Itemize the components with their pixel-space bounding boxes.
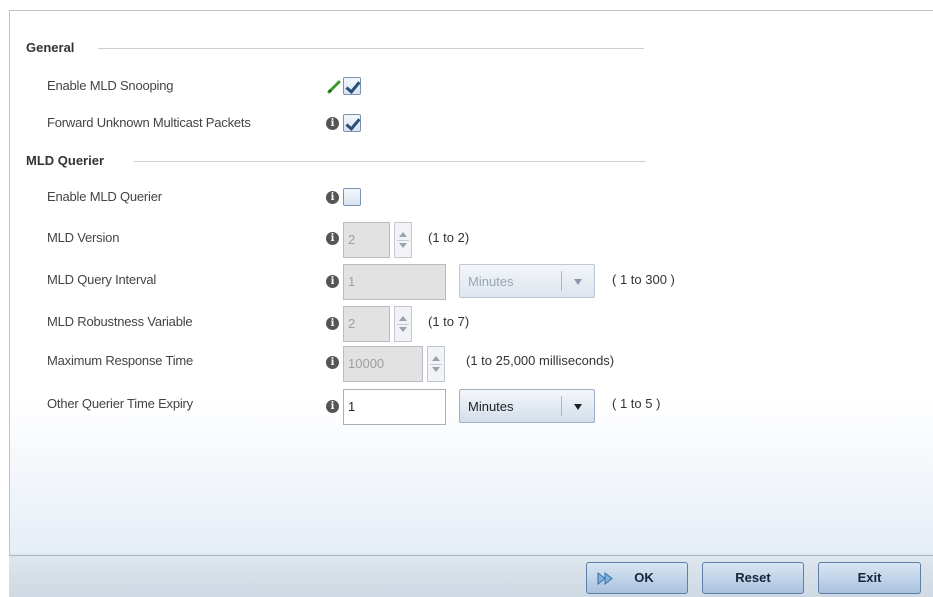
mld-query-interval-unit-value: Minutes	[468, 274, 514, 289]
pencil-icon	[327, 80, 341, 94]
reset-button[interactable]: Reset	[702, 562, 804, 594]
enable-mld-snooping-checkbox[interactable]	[343, 77, 361, 95]
exit-button[interactable]: Exit	[818, 562, 921, 594]
enable-mld-querier-label: Enable MLD Querier	[47, 189, 162, 204]
mld-version-label: MLD Version	[47, 230, 120, 245]
mld-querier-section-divider	[134, 161, 646, 162]
mld-query-interval-unit-select[interactable]: Minutes	[459, 264, 595, 298]
max-response-time-range: (1 to 25,000 milliseconds)	[466, 353, 615, 368]
mld-query-interval-input[interactable]: 1	[343, 264, 446, 300]
mld-robustness-range: (1 to 7)	[428, 314, 470, 329]
max-response-time-label: Maximum Response Time	[47, 353, 194, 368]
chevron-down-icon	[574, 279, 582, 285]
stepper-up-icon[interactable]	[399, 316, 407, 321]
stepper-down-icon[interactable]	[399, 243, 407, 248]
enable-mld-querier-checkbox[interactable]	[343, 188, 361, 206]
max-response-time-input[interactable]: 10000	[343, 346, 423, 382]
stepper-down-icon[interactable]	[432, 367, 440, 372]
other-querier-expiry-unit-select[interactable]: Minutes	[459, 389, 595, 423]
mld-settings-panel	[9, 10, 933, 597]
stepper-up-icon[interactable]	[432, 356, 440, 361]
stepper-down-icon[interactable]	[399, 327, 407, 332]
mld-robustness-input[interactable]: 2	[343, 306, 390, 342]
max-response-time-stepper[interactable]	[427, 346, 445, 382]
info-icon[interactable]: i	[326, 317, 339, 330]
info-icon[interactable]: i	[326, 232, 339, 245]
general-section-title: General	[26, 40, 75, 55]
other-querier-expiry-unit-value: Minutes	[468, 399, 514, 414]
general-section-divider	[98, 48, 644, 49]
reset-button-label: Reset	[735, 570, 771, 585]
exit-button-label: Exit	[857, 570, 882, 585]
ok-button-label: OK	[634, 570, 654, 585]
mld-query-interval-range: ( 1 to 300 )	[612, 272, 675, 287]
info-icon[interactable]: i	[326, 191, 339, 204]
stepper-up-icon[interactable]	[399, 232, 407, 237]
mld-query-interval-label: MLD Query Interval	[47, 272, 157, 287]
info-icon[interactable]: i	[326, 400, 339, 413]
play-icon	[597, 572, 613, 585]
chevron-down-icon	[574, 404, 582, 410]
mld-version-stepper[interactable]	[394, 222, 412, 258]
other-querier-expiry-input[interactable]: 1	[343, 389, 446, 425]
forward-unknown-multicast-label: Forward Unknown Multicast Packets	[47, 115, 251, 130]
mld-version-input[interactable]: 2	[343, 222, 390, 258]
mld-robustness-stepper[interactable]	[394, 306, 412, 342]
info-icon[interactable]: i	[326, 275, 339, 288]
ok-button[interactable]: OK	[586, 562, 688, 594]
other-querier-expiry-range: ( 1 to 5 )	[612, 396, 661, 411]
other-querier-expiry-label: Other Querier Time Expiry	[47, 396, 193, 411]
footer-bar: OK Reset Exit	[9, 555, 933, 597]
enable-mld-snooping-label: Enable MLD Snooping	[47, 78, 174, 93]
info-icon[interactable]: i	[326, 117, 339, 130]
mld-robustness-label: MLD Robustness Variable	[47, 314, 193, 329]
info-icon[interactable]: i	[326, 356, 339, 369]
mld-querier-section-title: MLD Querier	[26, 153, 105, 168]
forward-unknown-multicast-checkbox[interactable]	[343, 114, 361, 132]
mld-version-range: (1 to 2)	[428, 230, 470, 245]
